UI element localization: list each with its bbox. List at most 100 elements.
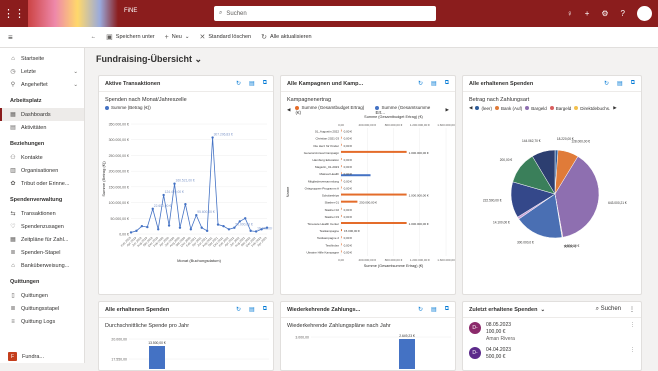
data-label: 0,00 € bbox=[344, 236, 353, 240]
data-label: 307.206,83 € bbox=[214, 133, 233, 137]
donation-date: 08.05.2023 bbox=[486, 322, 512, 328]
app-launcher-icon[interactable]: ⋮⋮ bbox=[0, 0, 28, 27]
pin-icon: ⚲ bbox=[10, 82, 16, 88]
bank-icon: ⌂ bbox=[11, 262, 15, 269]
area-badge: F bbox=[8, 352, 17, 361]
sidebar-item-payment-schedules[interactable]: ▦ Zeitpläne für Zahl... bbox=[0, 233, 84, 246]
sidebar-item-pledges[interactable]: ♡ Spendenzusagen bbox=[0, 220, 84, 233]
data-point bbox=[184, 202, 187, 206]
expand-icon[interactable]: ⧉ bbox=[263, 306, 267, 313]
table-icon[interactable]: ▤ bbox=[617, 80, 623, 87]
sidebar-item-receipt-stacks[interactable]: ≣ Quittungsstapel bbox=[0, 302, 84, 315]
refresh-icon[interactable]: ↻ bbox=[236, 306, 241, 313]
gear-icon[interactable]: ⚙ bbox=[601, 9, 608, 18]
page-title[interactable]: Fundraising-Übersicht ⌄ bbox=[96, 54, 202, 65]
data-label: 1.000.000,00 € bbox=[409, 151, 429, 155]
list-item[interactable]: D- 08.05.2023 100,00 € Aman Rivera ⋮ bbox=[463, 318, 641, 347]
sidebar-item-bank-transfer[interactable]: ⌂ Banküberweisung... bbox=[0, 259, 84, 272]
expand-icon[interactable]: ⧉ bbox=[445, 80, 449, 87]
sidebar-item-receipts[interactable]: ▯ Quittungen bbox=[0, 289, 84, 302]
y-tick-label: 300.000,00 € bbox=[109, 138, 129, 142]
data-point bbox=[244, 217, 247, 220]
plus-icon: + bbox=[164, 33, 169, 41]
search-input[interactable]: ⌕ Suchen bbox=[214, 6, 436, 21]
y-tick-label: 350.000,00 € bbox=[109, 123, 129, 127]
expand-icon[interactable]: ⧉ bbox=[263, 80, 267, 87]
refresh-icon[interactable]: ↻ bbox=[418, 306, 423, 313]
data-label: 222.500,00 € bbox=[483, 198, 502, 202]
refresh-icon[interactable]: ↻ bbox=[418, 80, 423, 87]
data-point bbox=[200, 226, 203, 229]
bar bbox=[341, 172, 342, 175]
data-label: 300.000,0 € bbox=[517, 241, 534, 245]
clear-default-button[interactable]: ✕ Standard löschen bbox=[199, 33, 251, 41]
data-label: 1.000.000,00 € bbox=[409, 194, 429, 198]
data-point bbox=[205, 229, 209, 233]
lightbulb-icon[interactable]: ♀ bbox=[567, 9, 573, 18]
bar bbox=[341, 186, 342, 189]
legend-prev-icon[interactable]: ◀ bbox=[287, 107, 290, 113]
sidebar-item-transactions[interactable]: ⇆ Transaktionen bbox=[0, 207, 84, 220]
data-point bbox=[157, 228, 160, 231]
data-label: 13.500,00 € bbox=[148, 341, 166, 345]
data-point bbox=[135, 229, 138, 233]
legend-next-icon[interactable]: ▶ bbox=[446, 107, 449, 113]
y-tick-label: Magazin_01-2023 bbox=[315, 165, 339, 169]
save-as-button[interactable]: ▣ Speichern unter bbox=[106, 33, 154, 41]
list-item[interactable]: D- 04.04.2023 500,00 € ⋮ bbox=[463, 347, 641, 365]
more-icon[interactable]: ⋮ bbox=[630, 347, 635, 353]
activity-icon: ▤ bbox=[10, 125, 16, 131]
legend-next-icon[interactable]: ▶ bbox=[613, 105, 616, 111]
more-icon[interactable]: ⋮ bbox=[629, 306, 635, 313]
more-icon[interactable]: ⋮ bbox=[630, 322, 635, 328]
hamburger-icon[interactable]: ≡ bbox=[8, 33, 13, 42]
legend-prev-icon[interactable]: ◀ bbox=[469, 105, 472, 111]
expand-icon[interactable]: ⧉ bbox=[445, 306, 449, 313]
plus-icon[interactable]: + bbox=[585, 9, 590, 18]
donor-name: Aman Rivera bbox=[486, 336, 515, 342]
sidebar-item-contacts[interactable]: ⚇ Kontakte bbox=[0, 151, 84, 164]
data-label: 22.600,00 € bbox=[154, 204, 172, 208]
data-label: 124.420,00 € bbox=[165, 190, 184, 194]
data-point bbox=[254, 230, 258, 233]
data-label: 250.000,00 € bbox=[359, 201, 377, 205]
bar bbox=[341, 222, 407, 224]
refresh-icon[interactable]: ↻ bbox=[236, 80, 241, 87]
sidebar-item-organizations[interactable]: ▥ Organisationen bbox=[0, 164, 84, 177]
y-tick-label: Timeoute Health Center bbox=[307, 222, 339, 226]
table-icon[interactable]: ▤ bbox=[431, 80, 437, 87]
table-icon[interactable]: ▤ bbox=[431, 306, 437, 313]
data-point bbox=[216, 223, 220, 226]
sidebar-item-pinned[interactable]: ⚲ Angeheftet ⌄ bbox=[0, 78, 84, 91]
y-tick-label: Test/Index bbox=[325, 243, 339, 247]
sidebar-item-batches[interactable]: ≣ Spenden-Stapel bbox=[0, 246, 84, 259]
refresh-icon[interactable]: ↻ bbox=[604, 80, 609, 87]
donation-amount: 100,00 € bbox=[486, 329, 506, 335]
help-icon[interactable]: ? bbox=[621, 9, 625, 18]
chart-subtitle: Kampagnenertrag bbox=[287, 97, 332, 103]
sidebar-item-dashboards[interactable]: ▦ Dashboards bbox=[0, 108, 84, 121]
bar bbox=[341, 200, 358, 203]
person-icon: ⚇ bbox=[10, 155, 16, 161]
bar-chart: 3.000,00 2.649,23 € bbox=[295, 334, 451, 369]
table-icon[interactable]: ▤ bbox=[249, 80, 255, 87]
sidebar-item-home[interactable]: ⌂ Startseite bbox=[0, 52, 84, 65]
sidebar-item-receipt-logs[interactable]: ≡ Quittung Logs bbox=[0, 315, 84, 328]
sidebar-item-activities[interactable]: ▤ Aktivitäten bbox=[0, 121, 84, 134]
legend-swatch bbox=[475, 106, 480, 111]
donation-date: 04.04.2023 bbox=[486, 347, 512, 353]
legend-swatch bbox=[525, 106, 530, 111]
expand-icon[interactable]: ⧉ bbox=[631, 80, 635, 87]
table-icon[interactable]: ▤ bbox=[249, 306, 255, 313]
chevron-down-icon[interactable]: ⌄ bbox=[540, 307, 545, 313]
sidebar-item-recent[interactable]: ◷ Letzte ⌄ bbox=[0, 65, 84, 78]
data-point bbox=[189, 228, 193, 231]
avatar[interactable] bbox=[637, 6, 652, 21]
sidebar-item-tribute[interactable]: ✿ Tribut oder Erinne... bbox=[0, 177, 84, 190]
search-icon[interactable]: ⌕ Suchen bbox=[596, 306, 621, 313]
new-button[interactable]: + Neu ⌄ bbox=[165, 34, 190, 41]
area-label: Fundra... bbox=[22, 353, 45, 360]
refresh-all-button[interactable]: ↻ Alle aktualisieren bbox=[261, 33, 311, 41]
back-icon[interactable]: ← bbox=[91, 34, 97, 40]
area-switcher[interactable]: F Fundra... bbox=[0, 350, 84, 363]
